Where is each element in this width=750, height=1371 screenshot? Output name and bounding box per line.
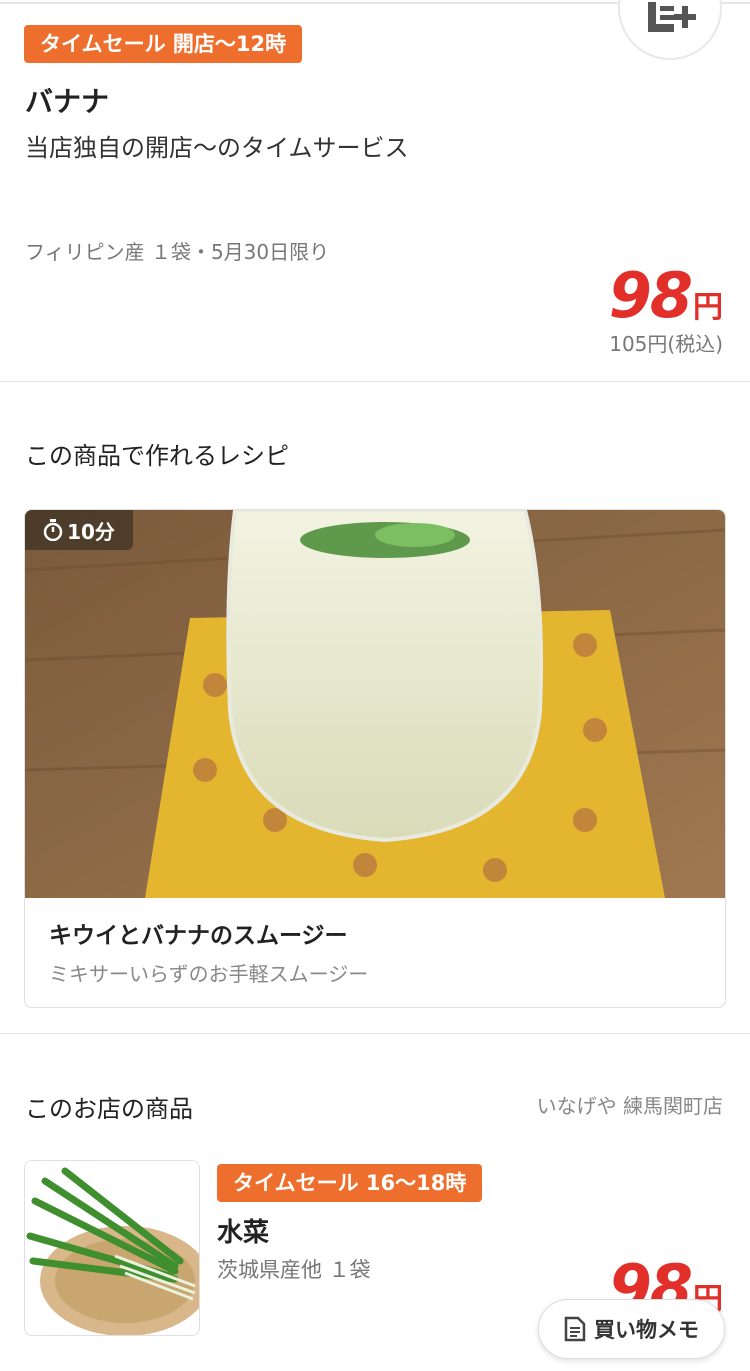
recipe-section-title: この商品で作れるレシピ — [25, 442, 289, 470]
mizuna-image — [25, 1161, 199, 1335]
price-unit: 円 — [693, 290, 723, 325]
section-divider — [0, 381, 750, 382]
product-description: 当店独自の開店〜のタイムサービス — [25, 134, 409, 162]
recipe-image — [25, 510, 725, 898]
cook-time: 10分 — [67, 519, 115, 544]
price-value: 98 — [608, 259, 693, 332]
shopping-memo-label: 買い物メモ — [594, 1318, 699, 1342]
item-time-sale-badge: タイムセール 16〜18時 — [217, 1164, 483, 1202]
stopwatch-icon — [43, 519, 63, 541]
cook-time-badge: 10分 — [25, 510, 133, 550]
tax-included-price: 105円(税込) — [609, 332, 723, 356]
list-add-icon — [648, 2, 696, 32]
section-divider — [0, 1033, 750, 1034]
store-name-link[interactable]: いなげや 練馬関町店 — [537, 1090, 723, 1119]
store-section-title: このお店の商品 — [25, 1095, 193, 1123]
product-meta: フィリピン産 １袋・5月30日限り — [25, 240, 330, 264]
recipe-title: キウイとバナナのスムージー — [49, 923, 348, 949]
recipe-card[interactable]: 10分 キウイとバナナのスムージー ミキサーいらずのお手軽スムージー — [24, 509, 726, 1008]
item-thumbnail[interactable] — [24, 1160, 200, 1336]
product-price: 98 円 — [609, 264, 723, 328]
recipe-subtitle: ミキサーいらずのお手軽スムージー — [49, 962, 369, 986]
product-name: バナナ — [25, 85, 110, 118]
time-sale-badge: タイムセール 開店〜12時 — [24, 25, 303, 63]
item-meta: 茨城県産他 １袋 — [217, 1258, 371, 1282]
shopping-memo-button[interactable]: 買い物メモ — [538, 1299, 725, 1359]
item-name: 水菜 — [217, 1218, 270, 1248]
add-to-memo-button[interactable] — [618, 0, 722, 60]
memo-document-icon — [564, 1316, 586, 1342]
